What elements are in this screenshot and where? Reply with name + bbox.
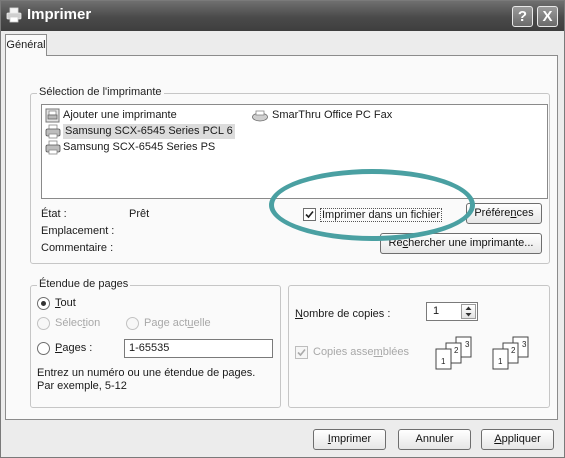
printer-icon xyxy=(45,140,61,155)
cancel-button[interactable]: Annuler xyxy=(398,429,471,450)
fax-icon xyxy=(252,110,268,122)
status-label: État : xyxy=(41,208,67,220)
status-value: Prêt xyxy=(129,208,150,220)
svg-text:2: 2 xyxy=(511,346,516,355)
print-button[interactable]: Imprimer xyxy=(313,429,386,450)
page-range-hint-line1: Entrez un numéro ou une étendue de pages… xyxy=(37,367,256,379)
apply-button[interactable]: Appliquer xyxy=(481,429,554,450)
printer-item-pcl6[interactable]: Samsung SCX-6545 Series PCL 6 xyxy=(45,124,245,139)
page-range-group: Étendue de pages Tout Sélection Page act… xyxy=(30,278,281,408)
preferences-button[interactable]: Préférences xyxy=(466,203,542,224)
page-range-selection-label: Sélection xyxy=(55,317,101,329)
copies-group: Nombre de copies : 1 Copies assemblées 3… xyxy=(288,285,550,408)
printer-icon xyxy=(45,124,61,139)
page-range-legend: Étendue de pages xyxy=(37,278,131,290)
close-button[interactable]: X xyxy=(537,6,558,27)
window-title: Imprimer xyxy=(27,6,92,23)
svg-text:1: 1 xyxy=(441,357,446,366)
page-range-current-label: Page actuelle xyxy=(144,317,211,329)
copies-spinner[interactable] xyxy=(461,304,476,319)
page-range-all-radio[interactable] xyxy=(37,297,50,310)
pages-input[interactable]: 1-65535 xyxy=(124,339,273,358)
printer-item-label: Samsung SCX-6545 Series PCL 6 xyxy=(63,124,235,139)
printer-item-fax[interactable]: SmarThru Office PC Fax xyxy=(252,108,432,123)
page-range-all-label[interactable]: Tout xyxy=(55,297,76,309)
print-to-file-label[interactable]: Imprimer dans un fichier xyxy=(320,208,442,222)
comment-label: Commentaire : xyxy=(41,242,114,254)
printer-list[interactable]: Ajouter une imprimante SmarThru Office P… xyxy=(41,104,548,199)
copies-count-input[interactable]: 1 xyxy=(426,302,478,321)
collate-checkbox xyxy=(295,346,308,359)
page-range-hint-line2: Par exemple, 5-12 xyxy=(37,380,127,392)
printer-selection-group: Sélection de l'imprimante Ajouter une im… xyxy=(30,86,550,264)
svg-text:3: 3 xyxy=(522,340,527,349)
page-range-pages-radio[interactable] xyxy=(37,342,50,355)
spinner-arrows-icon xyxy=(465,306,472,317)
tab-general[interactable]: Général xyxy=(5,34,47,56)
svg-text:1: 1 xyxy=(498,357,503,366)
print-to-file-checkbox[interactable] xyxy=(303,208,316,221)
printer-selection-legend: Sélection de l'imprimante xyxy=(37,86,164,98)
printer-item-label: SmarThru Office PC Fax xyxy=(272,109,393,121)
print-dialog: Imprimer ? X Général Sélection de l'impr… xyxy=(0,0,565,458)
svg-text:2: 2 xyxy=(454,346,459,355)
collate-preview-icon: 3 2 1 xyxy=(492,336,529,370)
help-button[interactable]: ? xyxy=(512,6,533,27)
find-printer-button[interactable]: Rechercher une imprimante... xyxy=(380,233,542,254)
copies-count-label: Nombre de copies : xyxy=(295,308,391,320)
printer-item-ps[interactable]: Samsung SCX-6545 Series PS xyxy=(45,140,245,155)
title-bar[interactable]: Imprimer ? X xyxy=(1,1,564,31)
checkmark-icon xyxy=(305,210,314,219)
collate-label: Copies assemblées xyxy=(313,346,410,358)
tab-panel-general: Sélection de l'imprimante Ajouter une im… xyxy=(5,55,558,420)
page-range-pages-label[interactable]: Pages : xyxy=(55,342,92,354)
printer-item-label: Samsung SCX-6545 Series PS xyxy=(63,141,216,153)
printer-icon xyxy=(6,7,22,23)
page-range-selection-radio xyxy=(37,317,50,330)
add-printer-icon xyxy=(45,108,60,123)
page-range-current-radio xyxy=(126,317,139,330)
printer-item-label: Ajouter une imprimante xyxy=(63,109,177,121)
checkmark-icon xyxy=(297,348,306,357)
svg-text:3: 3 xyxy=(465,340,470,349)
printer-item-add[interactable]: Ajouter une imprimante xyxy=(45,108,235,123)
location-label: Emplacement : xyxy=(41,225,115,237)
collate-preview-icon: 3 2 1 xyxy=(435,336,472,370)
